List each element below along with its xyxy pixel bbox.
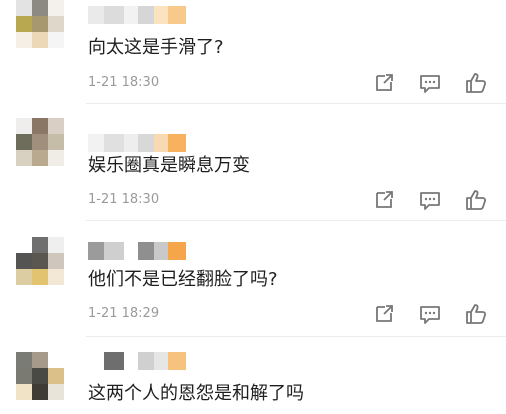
username-tile: [124, 6, 138, 24]
comment-actions: [372, 303, 488, 325]
comment-icon[interactable]: [418, 189, 442, 211]
username-tile: [124, 134, 138, 152]
avatar[interactable]: [16, 0, 64, 48]
avatar-tile: [16, 269, 32, 285]
avatar-tile: [16, 384, 32, 400]
avatar-tile: [32, 0, 48, 16]
avatar-tile: [32, 118, 48, 134]
avatar-tile: [16, 352, 32, 368]
avatar-tile: [48, 237, 64, 253]
avatar-tile: [32, 134, 48, 150]
avatar-tile: [16, 16, 32, 32]
avatar[interactable]: [16, 118, 64, 166]
avatar-tile: [32, 269, 48, 285]
share-icon[interactable]: [372, 72, 396, 94]
username-tile: [138, 352, 154, 370]
divider: [86, 220, 506, 221]
username-tile: [104, 6, 124, 24]
avatar-tile: [48, 384, 64, 400]
share-icon[interactable]: [372, 189, 396, 211]
username-tile: [104, 134, 124, 152]
username-tile: [154, 242, 168, 260]
avatar-tile: [16, 237, 32, 253]
avatar-tile: [48, 0, 64, 16]
avatar[interactable]: [16, 352, 64, 400]
comment-icon[interactable]: [418, 303, 442, 325]
avatar-tile: [32, 237, 48, 253]
username-tile: [88, 134, 104, 152]
comment-actions: [372, 189, 488, 211]
username-blurred[interactable]: [88, 134, 186, 152]
comment-time: 1-21 18:30: [88, 75, 160, 90]
avatar-tile: [16, 0, 32, 16]
avatar[interactable]: [16, 237, 64, 285]
avatar-tile: [16, 118, 32, 134]
username-tile: [124, 242, 138, 260]
avatar-tile: [32, 16, 48, 32]
avatar-tile: [32, 368, 48, 384]
username-tile: [154, 6, 168, 24]
username-tile: [168, 352, 186, 370]
avatar-tile: [16, 134, 32, 150]
username-tile: [154, 134, 168, 152]
username-tile: [168, 6, 186, 24]
avatar-tile: [32, 150, 48, 166]
avatar-tile: [48, 16, 64, 32]
username-blurred[interactable]: [88, 242, 186, 260]
avatar-tile: [32, 352, 48, 368]
username-tile: [88, 242, 104, 260]
username-tile: [104, 352, 124, 370]
username-tile: [168, 242, 186, 260]
avatar-tile: [16, 150, 32, 166]
share-icon[interactable]: [372, 303, 396, 325]
comment-time: 1-21 18:29: [88, 306, 160, 321]
username-tile: [104, 242, 124, 260]
username-tile: [138, 134, 154, 152]
avatar-tile: [48, 269, 64, 285]
avatar-tile: [48, 134, 64, 150]
username-tile: [124, 352, 138, 370]
avatar-tile: [32, 253, 48, 269]
username-tile: [138, 242, 154, 260]
username-tile: [88, 6, 104, 24]
divider: [86, 336, 506, 337]
comment-text: 他们不是已经翻脸了吗?: [88, 269, 278, 290]
avatar-tile: [32, 32, 48, 48]
avatar-tile: [16, 32, 32, 48]
comment-time: 1-21 18:30: [88, 192, 160, 207]
avatar-tile: [48, 253, 64, 269]
avatar-tile: [48, 368, 64, 384]
username-tile: [138, 6, 154, 24]
username-blurred[interactable]: [88, 352, 186, 370]
username-blurred[interactable]: [88, 6, 186, 24]
avatar-tile: [16, 368, 32, 384]
avatar-tile: [48, 150, 64, 166]
comment-actions: [372, 72, 488, 94]
avatar-tile: [48, 118, 64, 134]
like-icon[interactable]: [464, 189, 488, 211]
comment-icon[interactable]: [418, 72, 442, 94]
comment-text: 娱乐圈真是瞬息万变: [88, 155, 250, 176]
username-tile: [88, 352, 104, 370]
like-icon[interactable]: [464, 72, 488, 94]
like-icon[interactable]: [464, 303, 488, 325]
comment-text: 向太这是手滑了?: [88, 37, 224, 58]
divider: [86, 103, 506, 104]
avatar-tile: [48, 32, 64, 48]
username-tile: [154, 352, 168, 370]
comment-text: 这两个人的恩怨是和解了吗: [88, 383, 304, 404]
avatar-tile: [48, 352, 64, 368]
avatar-tile: [32, 384, 48, 400]
username-tile: [168, 134, 186, 152]
avatar-tile: [16, 253, 32, 269]
